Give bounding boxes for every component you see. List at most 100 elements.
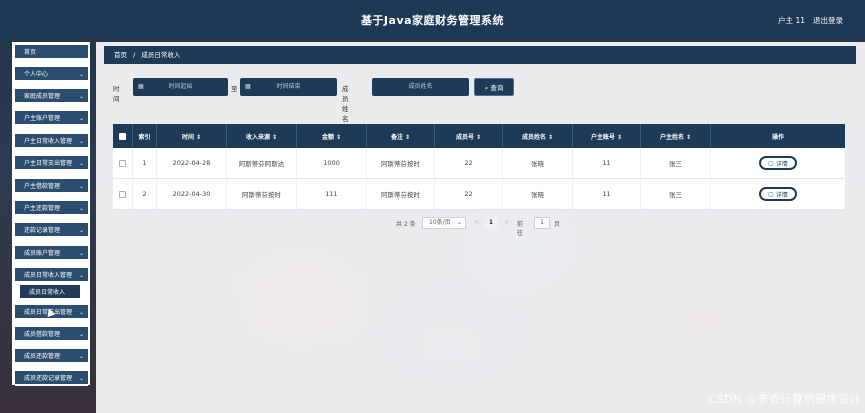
page-size-value: 10条/页 [429, 219, 451, 226]
cell-amount: 111 [297, 179, 367, 209]
col-member-no[interactable]: 成员号 ⇕ [435, 124, 503, 148]
chevron-down-icon: ⌄ [78, 331, 84, 338]
sidebar-item-family-members[interactable]: 家庭成员管理 ⌄ [15, 89, 88, 104]
main-content: 首页 / 成员日常收入 时间 ▦ 时间起始 至 ▦ 时间结束 成员姓名 成员姓名… [96, 42, 865, 413]
chevron-down-icon: ⌄ [78, 71, 84, 78]
sidebar-item-label: 成员借款管理 [24, 331, 61, 338]
sidebar-item-owner-loans[interactable]: 户主借款管理 ⌄ [15, 179, 88, 194]
breadcrumb: 首页 / 成员日常收入 [104, 46, 856, 64]
cell-source: 阿斯蒂芬阿斯达 [227, 148, 297, 178]
breadcrumb-current: 成员日常收入 [141, 51, 181, 59]
to-label: 至 [231, 85, 238, 93]
sidebar-item-label: 首页 [24, 49, 37, 56]
calendar-icon: ▦ [245, 83, 251, 90]
start-date-input[interactable]: ▦ 时间起始 [133, 78, 228, 96]
col-member-name[interactable]: 成员姓名 ⇕ [503, 124, 573, 148]
cell-time: 2022-04-28 [157, 148, 227, 178]
cell-index: 2 [133, 179, 157, 209]
top-header: 基于Java家庭财务管理系统 户主 11 退出登录 [0, 0, 865, 38]
cell-amount: 1000 [297, 148, 367, 178]
chevron-down-icon: ⌄ [78, 309, 84, 316]
cell-note: 阿斯蒂芬按时 [367, 148, 435, 178]
col-time[interactable]: 时间 ⇕ [157, 124, 227, 148]
logout-link[interactable]: 退出登录 [813, 15, 843, 26]
current-user[interactable]: 户主 11 [778, 15, 805, 26]
watermark: CSDN @李会计算机程序设计 [708, 393, 861, 406]
sidebar-item-member-loans[interactable]: 成员借款管理 ⌄ [15, 327, 88, 342]
sidebar-item-owner-accounts[interactable]: 户主账户管理 ⌄ [15, 111, 88, 126]
page-size-select[interactable]: 10条/页 ⌄ [422, 217, 466, 229]
prev-page-button[interactable]: < [474, 219, 479, 226]
detail-button[interactable]: ▢ 详情 [759, 156, 797, 170]
cell-owner-name: 张三 [641, 148, 711, 178]
sidebar-item-label: 成员日常收入管理 [24, 272, 73, 279]
sidebar-item-label: 户主还款管理 [24, 205, 61, 212]
cell-index: 1 [133, 148, 157, 178]
col-note[interactable]: 备注 ⇕ [367, 124, 435, 148]
sidebar-subitem-member-income[interactable]: 成员日常收入 [20, 285, 80, 300]
detail-icon: ▢ [768, 159, 774, 167]
sidebar-item-label: 个人中心 [24, 71, 49, 78]
page-number[interactable]: 1 [484, 217, 498, 229]
cell-member-no: 22 [435, 148, 503, 178]
cell-source: 阿斯蒂芬按时 [227, 179, 297, 209]
sidebar-item-owner-expense[interactable]: 户主日常支出管理 ⌄ [15, 156, 88, 171]
row-checkbox[interactable] [119, 190, 126, 198]
chevron-down-icon: ⌄ [456, 219, 462, 226]
col-owner-name[interactable]: 户主姓名 ⇕ [641, 124, 711, 148]
table-row: 1 2022-04-28 阿斯蒂芬阿斯达 1000 阿斯蒂芬按时 22 张晓 1… [113, 148, 845, 179]
goto-label: 前往 [517, 221, 524, 237]
chevron-down-icon: ⌄ [78, 138, 84, 145]
breadcrumb-home[interactable]: 首页 [114, 51, 127, 59]
goto-page-input[interactable]: 1 [534, 217, 550, 229]
cell-note: 阿斯蒂芬按时 [367, 179, 435, 209]
chevron-down-icon: ⌄ [78, 93, 84, 100]
sidebar-item-member-repayments[interactable]: 成员还款管理 ⌄ [15, 349, 88, 364]
time-label: 时间 [113, 85, 120, 103]
end-date-input[interactable]: ▦ 时间结束 [240, 78, 337, 96]
sidebar-item-label: 还款记录管理 [24, 227, 61, 234]
row-select-cell [113, 148, 133, 178]
detail-button[interactable]: ▢ 详情 [759, 187, 797, 201]
select-all-checkbox[interactable] [119, 132, 126, 140]
sidebar-item-label: 家庭成员管理 [24, 93, 61, 100]
sidebar-item-owner-income[interactable]: 户主日常收入管理 ⌄ [15, 134, 88, 149]
chevron-down-icon: ⌄ [78, 205, 84, 212]
sidebar-item-member-accounts[interactable]: 成员账户管理 ⌄ [15, 246, 88, 261]
breadcrumb-separator: / [133, 51, 136, 59]
app-title: 基于Java家庭财务管理系统 [360, 14, 505, 27]
sidebar-item-label: 成员还款管理 [24, 353, 61, 360]
sidebar-item-profile[interactable]: 个人中心 ⌄ [15, 67, 88, 82]
sidebar-item-member-repayment-records[interactable]: 成员还款记录管理 ⌄ [15, 371, 88, 386]
table-header: 索引 时间 ⇕ 收入来源 ⇕ 金额 ⇕ 备注 ⇕ 成员号 ⇕ 成员姓名 ⇕ 户主… [113, 124, 845, 148]
sidebar-item-repayment-records[interactable]: 还款记录管理 ⌄ [15, 223, 88, 238]
table-row: 2 2022-04-30 阿斯蒂芬按时 111 阿斯蒂芬按时 22 张晓 11 … [113, 179, 845, 210]
col-source[interactable]: 收入来源 ⇕ [227, 124, 297, 148]
sidebar-item-label: 户主借款管理 [24, 183, 61, 190]
cell-owner-account: 11 [573, 179, 641, 209]
col-owner-account[interactable]: 户主账号 ⇕ [573, 124, 641, 148]
sidebar-item-label: 户主日常支出管理 [24, 160, 73, 167]
page-suffix: 页 [554, 221, 561, 228]
chevron-down-icon: ⌄ [78, 375, 84, 382]
cell-actions: ▢ 详情 [711, 179, 845, 209]
member-name-input[interactable]: 成员姓名 [372, 78, 469, 96]
cell-member-no: 22 [435, 179, 503, 209]
chevron-down-icon: ⌄ [78, 115, 84, 122]
col-actions: 操作 [771, 133, 784, 141]
sidebar-item-home[interactable]: 首页 [15, 45, 88, 60]
chevron-down-icon: ⌄ [78, 250, 84, 257]
col-amount[interactable]: 金额 ⇕ [297, 124, 367, 148]
sidebar-item-label: 户主日常收入管理 [24, 138, 73, 145]
start-date-placeholder: 时间起始 [168, 83, 193, 90]
search-button-label: 查询 [490, 84, 504, 92]
row-checkbox[interactable] [119, 159, 126, 167]
next-page-button[interactable]: > [504, 219, 509, 226]
cell-time: 2022-04-30 [157, 179, 227, 209]
cell-member-name: 张晓 [503, 148, 573, 178]
row-select-cell [113, 179, 133, 209]
sidebar-item-member-income[interactable]: 成员日常收入管理 ⌄ [15, 268, 88, 283]
search-button[interactable]: ⌕ 查询 [474, 78, 514, 96]
sidebar-item-owner-repayments[interactable]: 户主还款管理 ⌄ [15, 201, 88, 216]
chevron-down-icon: ⌄ [78, 160, 84, 167]
